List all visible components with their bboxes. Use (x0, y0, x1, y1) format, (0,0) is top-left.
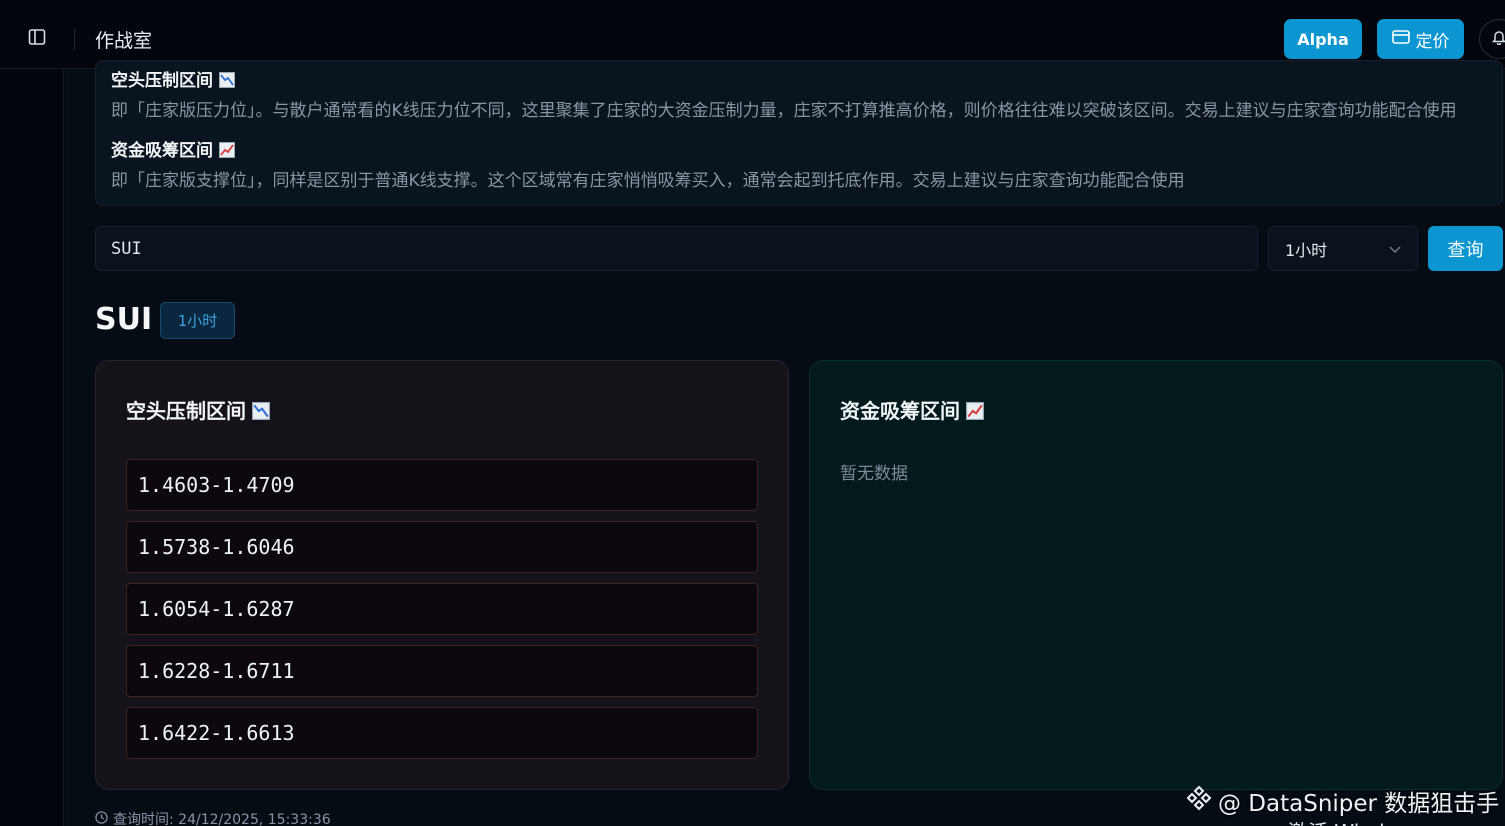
info-long-title: 资金吸筹区间 (111, 136, 235, 163)
interval-select-value: 1小时 (1285, 240, 1328, 260)
long-zone-card: 资金吸筹区间 暂无数据 (809, 360, 1503, 790)
result-symbol: SUI (95, 302, 153, 337)
notification-button[interactable] (1479, 19, 1505, 59)
credit-card-icon (1391, 29, 1410, 49)
clock-icon (95, 810, 108, 826)
short-zone-title: 空头压制区间 (126, 395, 270, 425)
chevron-down-icon (1389, 239, 1401, 258)
alpha-button[interactable]: Alpha (1284, 19, 1362, 59)
watermark-text: @ DataSniper 数据狙击手 (1218, 791, 1500, 817)
long-zone-empty-text: 暂无数据 (840, 464, 908, 484)
activation-watermark: 激活 Windows (1288, 816, 1424, 826)
short-zone-range: 1.5738-1.6046 (126, 521, 758, 573)
short-zone-range: 1.6422-1.6613 (126, 707, 758, 759)
chart-increasing-icon (219, 142, 235, 163)
chart-decreasing-icon (252, 401, 270, 425)
sidebar-panel-icon (28, 28, 46, 50)
short-zone-range: 1.4603-1.4709 (126, 459, 758, 511)
pricing-label: 定价 (1415, 31, 1450, 52)
info-short-desc: 即「庄家版压力位」。与散户通常看的K线压力位不同，这里聚集了庄家的大资金压制力量… (111, 101, 1457, 121)
symbol-input[interactable] (95, 226, 1258, 271)
binance-logo-icon (1186, 785, 1212, 817)
header-divider (74, 28, 75, 50)
short-zone-range: 1.6228-1.6711 (126, 645, 758, 697)
pricing-button[interactable]: 定价 (1377, 19, 1464, 59)
bell-icon (1491, 29, 1505, 49)
left-sidebar (0, 69, 64, 826)
chart-decreasing-icon (219, 72, 235, 93)
page-title: 作战室 (95, 30, 153, 52)
long-zone-title: 资金吸筹区间 (840, 395, 984, 425)
query-time: 查询时间: 24/12/2025, 15:33:36 (95, 809, 331, 826)
interval-select[interactable]: 1小时 (1268, 226, 1418, 271)
info-short-title: 空头压制区间 (111, 66, 235, 93)
interval-badge: 1小时 (160, 302, 235, 339)
info-long-desc: 即「庄家版支撑位」，同样是区别于普通K线支撑。这个区域常有庄家悄悄吸筹买入，通常… (111, 171, 1185, 191)
sidebar-toggle-button[interactable] (24, 26, 50, 52)
chart-increasing-icon (966, 401, 984, 425)
query-button[interactable]: 查询 (1428, 226, 1503, 271)
short-zone-range: 1.6054-1.6287 (126, 583, 758, 635)
short-zone-card: 空头压制区间 1.4603-1.4709 1.5738-1.6046 1.605… (95, 360, 789, 790)
topbar: 作战室 Alpha 定价 (0, 0, 1505, 69)
query-time-text: 查询时间: 24/12/2025, 15:33:36 (113, 812, 331, 826)
watermark: @ DataSniper 数据狙击手 (1186, 784, 1499, 818)
